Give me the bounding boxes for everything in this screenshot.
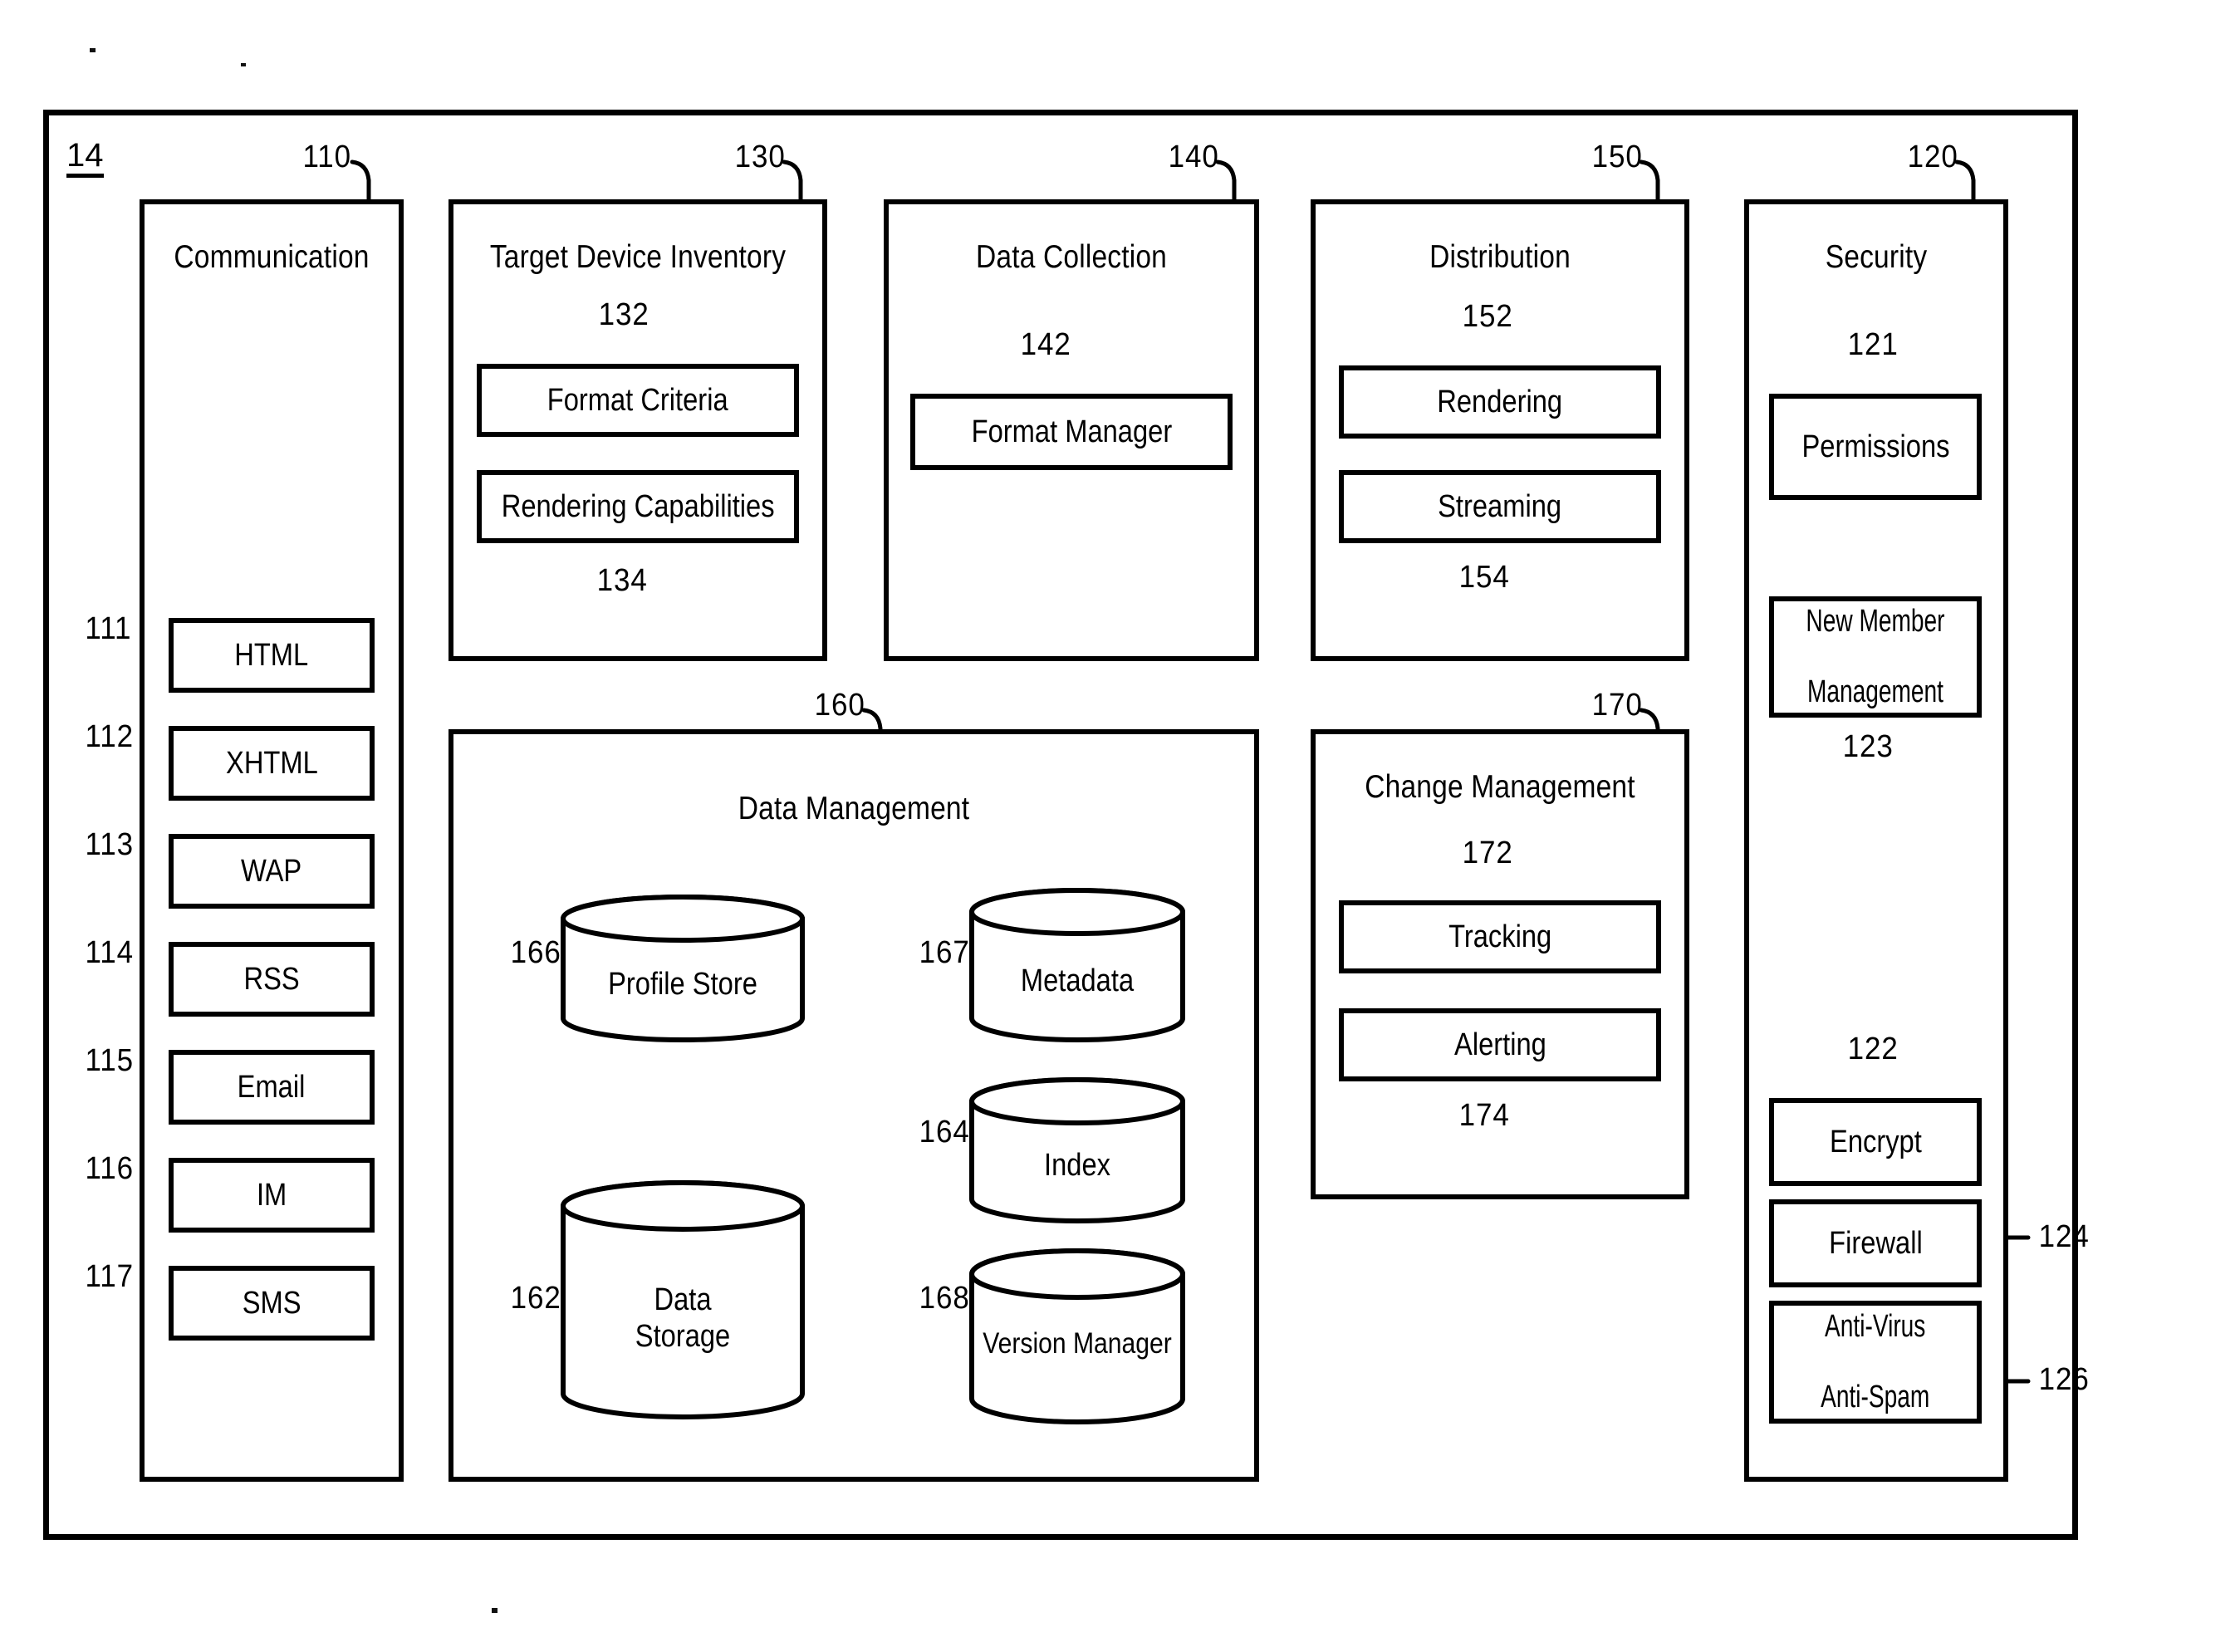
encrypt-box[interactable]: Encrypt xyxy=(1769,1098,1982,1186)
rendering-capabilities-label: Rendering Capabilities xyxy=(501,488,775,524)
ref-167: 167 xyxy=(919,935,970,970)
antivirus-antispam-box[interactable]: Anti-Virus Anti-Spam xyxy=(1769,1301,1982,1424)
ref-174: 174 xyxy=(1458,1098,1510,1133)
comm-item-html[interactable]: HTML xyxy=(169,618,375,693)
comm-item-wap[interactable]: WAP xyxy=(169,834,375,909)
comm-item-im[interactable]: IM xyxy=(169,1158,375,1233)
comm-item-wap-label: WAP xyxy=(241,853,302,889)
scan-speck xyxy=(241,63,246,66)
streaming-box[interactable]: Streaming xyxy=(1339,470,1661,543)
profile-store-label: Profile Store xyxy=(608,967,757,1002)
scan-speck xyxy=(492,1608,498,1613)
comm-item-xhtml-label: XHTML xyxy=(225,745,318,781)
ref-160: 160 xyxy=(814,688,865,723)
comm-item-im-label: IM xyxy=(256,1177,287,1213)
rendering-label: Rendering xyxy=(1437,384,1563,419)
ref-168: 168 xyxy=(919,1281,970,1316)
data-storage-line1: Data xyxy=(654,1282,712,1317)
ref-115: 115 xyxy=(85,1043,135,1078)
version-manager-cylinder[interactable]: Version Manager xyxy=(967,1248,1188,1425)
format-criteria-label: Format Criteria xyxy=(547,382,728,418)
comm-item-rss[interactable]: RSS xyxy=(169,942,375,1017)
module-security: Security xyxy=(1744,199,2008,1482)
ref-132: 132 xyxy=(598,297,649,332)
module-target-device-inventory-title: Target Device Inventory xyxy=(489,239,787,275)
new-member-management-label: New Member Management xyxy=(1795,604,1956,710)
module-distribution-title: Distribution xyxy=(1429,239,1571,275)
ref-134: 134 xyxy=(596,563,648,598)
ref-140: 140 xyxy=(1168,140,1219,174)
encrypt-label: Encrypt xyxy=(1829,1124,1922,1159)
ref-110: 110 xyxy=(302,140,352,174)
ref-112: 112 xyxy=(85,719,135,754)
module-communication-title: Communication xyxy=(174,239,370,275)
comm-item-sms[interactable]: SMS xyxy=(169,1266,375,1341)
ref-113: 113 xyxy=(85,827,135,862)
new-member-management-box[interactable]: New Member Management xyxy=(1769,596,1982,718)
patent-figure-canvas: 14 110 Communication 111 HTML 112 XHTML … xyxy=(0,0,2240,1652)
comm-item-xhtml[interactable]: XHTML xyxy=(169,726,375,801)
data-storage-label: Data Storage xyxy=(576,1282,790,1355)
ref-166: 166 xyxy=(510,935,561,970)
profile-store-cylinder[interactable]: Profile Store xyxy=(558,894,807,1043)
ref-126: 126 xyxy=(2038,1362,2090,1397)
rendering-capabilities-box[interactable]: Rendering Capabilities xyxy=(477,470,799,543)
ref-114: 114 xyxy=(85,935,135,970)
ref-152: 152 xyxy=(1462,299,1513,334)
ref-124: 124 xyxy=(2038,1219,2090,1254)
comm-item-html-label: HTML xyxy=(234,637,309,673)
figure-ref-14: 14 xyxy=(66,139,104,178)
module-data-management-title: Data Management xyxy=(738,791,970,826)
version-manager-label: Version Manager xyxy=(983,1327,1172,1360)
module-security-title: Security xyxy=(1825,239,1928,275)
ref-123: 123 xyxy=(1842,729,1894,764)
new-member-management-line2: Management xyxy=(1806,674,1944,710)
ref-122: 122 xyxy=(1847,1032,1899,1066)
module-data-collection-title: Data Collection xyxy=(975,239,1168,275)
ref-172: 172 xyxy=(1462,836,1513,870)
tracking-label: Tracking xyxy=(1448,919,1552,954)
data-storage-cylinder[interactable]: Data Storage xyxy=(558,1179,807,1420)
ref-111: 111 xyxy=(85,611,132,646)
module-change-management-title: Change Management xyxy=(1365,769,1635,805)
alerting-label: Alerting xyxy=(1453,1027,1546,1062)
comm-item-rss-label: RSS xyxy=(243,961,300,997)
index-label: Index xyxy=(1044,1148,1110,1183)
index-cylinder[interactable]: Index xyxy=(967,1076,1188,1226)
permissions-box[interactable]: Permissions xyxy=(1769,394,1982,500)
new-member-management-line1: New Member xyxy=(1806,604,1945,640)
ref-117: 117 xyxy=(85,1259,135,1294)
rendering-box[interactable]: Rendering xyxy=(1339,365,1661,439)
format-criteria-box[interactable]: Format Criteria xyxy=(477,364,799,437)
firewall-box[interactable]: Firewall xyxy=(1769,1199,1982,1287)
format-manager-box[interactable]: Format Manager xyxy=(910,394,1233,470)
ref-130: 130 xyxy=(734,140,786,174)
antivirus-antispam-label: Anti-Virus Anti-Spam xyxy=(1812,1309,1939,1415)
metadata-label: Metadata xyxy=(1020,963,1135,998)
streaming-label: Streaming xyxy=(1438,488,1562,524)
ref-120: 120 xyxy=(1907,140,1958,174)
ref-164: 164 xyxy=(919,1115,970,1150)
scan-speck xyxy=(90,48,96,52)
ref-150: 150 xyxy=(1591,140,1643,174)
ref-142: 142 xyxy=(1020,327,1071,362)
ref-170: 170 xyxy=(1591,688,1643,723)
data-storage-line2: Storage xyxy=(635,1318,731,1354)
metadata-cylinder[interactable]: Metadata xyxy=(967,887,1188,1045)
format-manager-label: Format Manager xyxy=(971,414,1172,449)
antivirus-line1: Anti-Virus xyxy=(1825,1309,1926,1345)
ref-162: 162 xyxy=(510,1281,561,1316)
ref-116: 116 xyxy=(85,1151,135,1186)
ref-121: 121 xyxy=(1847,327,1899,362)
permissions-label: Permissions xyxy=(1801,429,1949,464)
tracking-box[interactable]: Tracking xyxy=(1339,900,1661,973)
ref-154: 154 xyxy=(1458,560,1510,595)
comm-item-email-label: Email xyxy=(238,1069,306,1105)
comm-item-sms-label: SMS xyxy=(242,1285,301,1321)
antivirus-line2: Anti-Spam xyxy=(1821,1380,1930,1415)
comm-item-email[interactable]: Email xyxy=(169,1050,375,1125)
alerting-box[interactable]: Alerting xyxy=(1339,1008,1661,1081)
firewall-label: Firewall xyxy=(1828,1225,1923,1261)
